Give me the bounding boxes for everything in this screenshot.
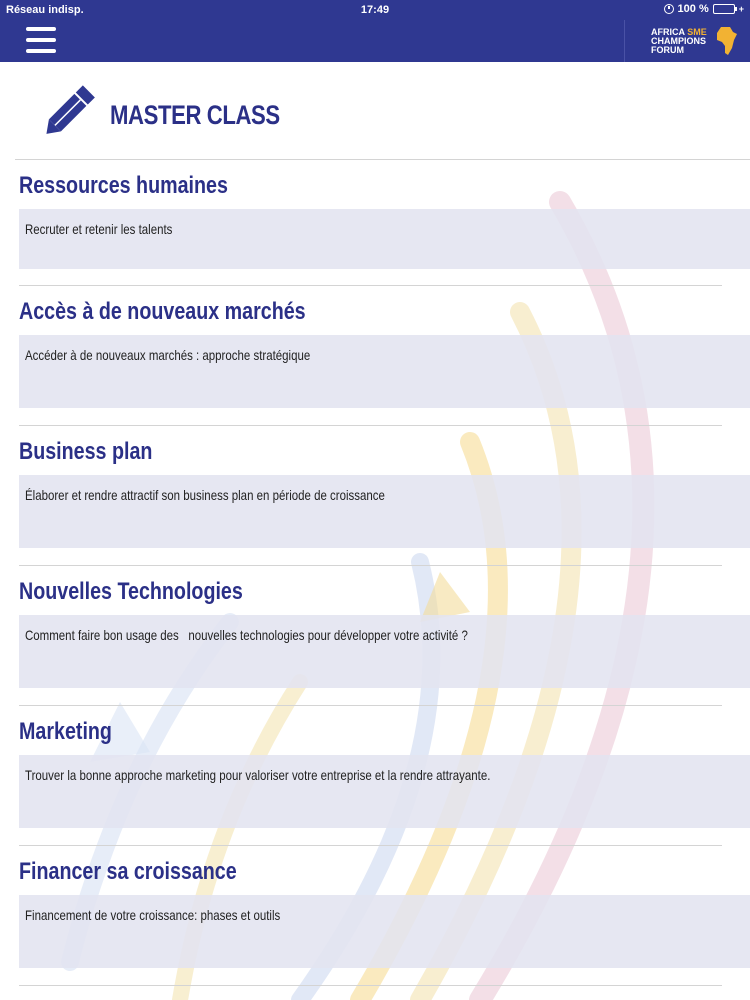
section-card[interactable]: Trouver la bonne approche marketing pour… [19,755,750,828]
app-logo[interactable]: AFRICA SME CHAMPIONS FORUM [624,20,750,62]
africa-map-icon [717,27,737,55]
clock: 17:49 [360,4,390,16]
section-title: Financer sa croissance [19,858,237,885]
section-card[interactable]: Financement de votre croissance: phases … [19,895,750,968]
status-right: 100 % + [663,3,744,15]
battery-icon [712,4,737,14]
section-title: Ressources humaines [19,172,228,199]
section-financer-croissance[interactable]: Financer sa croissance Financement de vo… [0,846,750,986]
logo-forum: FORUM [651,44,684,55]
logo-text: AFRICA SME CHAMPIONS FORUM [651,26,707,55]
content-area: MASTER CLASS Ressources humaines Recrute… [0,62,750,1000]
section-acces-nouveaux-marches[interactable]: Accès à de nouveaux marchés Accéder à de… [0,286,750,426]
section-title: Accès à de nouveaux marchés [19,298,306,325]
section-card[interactable]: Élaborer et rendre attractif son busines… [19,475,750,548]
section-card[interactable]: Comment faire bon usage des nouvelles te… [19,615,750,688]
logo-sme: SME [687,26,707,37]
section-description: Accéder à de nouveaux marchés : approche… [25,347,311,363]
section-description: Financement de votre croissance: phases … [25,907,281,923]
section-card[interactable]: Recruter et retenir les talents [19,209,750,269]
section-marketing[interactable]: Marketing Trouver la bonne approche mark… [0,706,750,846]
section-description: Élaborer et rendre attractif son busines… [25,487,385,503]
section-nouvelles-technologies[interactable]: Nouvelles Technologies Comment faire bon… [0,566,750,706]
hamburger-menu-icon[interactable] [26,27,56,53]
section-title: Marketing [19,718,112,745]
section-description: Recruter et retenir les talents [25,221,173,237]
orientation-lock-icon [663,4,674,14]
section-title: Business plan [19,438,153,465]
section-ressources-humaines[interactable]: Ressources humaines Recruter et retenir … [0,160,750,286]
charging-icon: + [738,4,744,14]
pencil-icon [46,85,95,134]
section-card[interactable]: Accéder à de nouveaux marchés : approche… [19,335,750,408]
page-header: MASTER CLASS [0,62,750,160]
logo-africa: AFRICA [651,26,685,37]
master-class-list: Ressources humaines Recruter et retenir … [0,160,750,986]
section-description: Comment faire bon usage des nouvelles te… [25,627,468,643]
section-divider [19,985,722,986]
section-business-plan[interactable]: Business plan Élaborer et rendre attract… [0,426,750,566]
battery-percent: 100 % [677,3,709,15]
top-bar: Réseau indisp. 17:49 100 % + AFRICA SME … [0,0,750,62]
section-description: Trouver la bonne approche marketing pour… [25,767,491,783]
page-title: MASTER CLASS [110,100,280,130]
status-bar: Réseau indisp. 17:49 100 % + [0,0,750,20]
section-title: Nouvelles Technologies [19,578,243,605]
